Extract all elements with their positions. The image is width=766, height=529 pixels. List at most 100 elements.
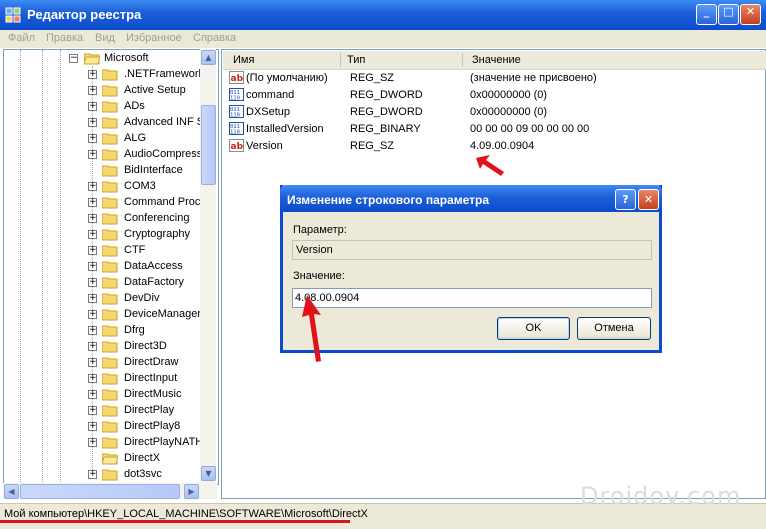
collapse-icon[interactable]: −: [69, 54, 78, 63]
expand-icon[interactable]: +: [88, 86, 97, 95]
tree-item-label: DirectPlay8: [124, 420, 181, 432]
expand-icon[interactable]: +: [88, 326, 97, 335]
tree-guide-line: [42, 50, 43, 484]
expand-icon[interactable]: +: [88, 278, 97, 287]
svg-text:ab: ab: [231, 142, 244, 152]
scroll-up-button[interactable]: ▲: [201, 50, 216, 65]
expand-icon[interactable]: +: [88, 262, 97, 271]
scroll-thumb[interactable]: [201, 105, 216, 185]
close-icon: ✕: [643, 193, 654, 206]
expand-icon[interactable]: +: [88, 198, 97, 207]
ok-button[interactable]: OK: [497, 317, 570, 340]
dialog-close-button[interactable]: ✕: [638, 189, 659, 210]
folder-icon: [101, 388, 118, 401]
value-name: command: [246, 89, 295, 101]
menu-favorites[interactable]: Избранное: [126, 32, 182, 44]
expand-icon[interactable]: +: [88, 102, 97, 111]
expand-icon[interactable]: +: [88, 134, 97, 143]
registry-editor-icon: [5, 7, 21, 23]
list-row[interactable]: 011 110 command REG_DWORD 0x00000000 (0): [229, 87, 759, 104]
expand-icon[interactable]: +: [88, 214, 97, 223]
expand-icon[interactable]: +: [88, 118, 97, 127]
value-data-input[interactable]: 4.08.00.0904: [292, 288, 652, 308]
tree-item-label: CTF: [124, 244, 146, 256]
folder-icon: [101, 244, 118, 257]
scroll-left-button[interactable]: ◀: [4, 484, 19, 499]
minimize-button[interactable]: _: [696, 4, 717, 25]
expand-icon[interactable]: +: [88, 406, 97, 415]
dialog-help-button[interactable]: ?: [615, 189, 636, 210]
tree-item-label: Microsoft: [104, 52, 149, 64]
folder-icon: [101, 164, 118, 177]
tree-item-label: DevDiv: [124, 292, 160, 304]
dialog-title: Изменение строкового параметра: [287, 193, 490, 207]
expand-icon[interactable]: +: [88, 246, 97, 255]
tree-item-label: DeviceManager: [124, 308, 202, 320]
folder-icon: [101, 148, 118, 161]
column-separator[interactable]: [462, 53, 463, 67]
tree-horizontal-scrollbar[interactable]: ◀ ▶: [3, 483, 217, 499]
folder-icon: [101, 308, 118, 321]
scroll-right-button[interactable]: ▶: [184, 484, 199, 499]
tree-item-label: Command Proce: [124, 196, 207, 208]
status-path: Мой компьютер\HKEY_LOCAL_MACHINE\SOFTWAR…: [4, 508, 368, 520]
expand-icon[interactable]: +: [88, 390, 97, 399]
tree-item-label: DirectX: [124, 452, 161, 464]
folder-icon: [101, 116, 118, 129]
expand-icon[interactable]: +: [88, 422, 97, 431]
svg-text:ab: ab: [231, 74, 244, 84]
close-button[interactable]: ✕: [740, 4, 761, 25]
list-row[interactable]: 011 110 InstalledVersion REG_BINARY 00 00 00…: [229, 121, 759, 138]
value-data: 0x00000000 (0): [470, 106, 548, 118]
registry-tree[interactable]: − Microsoft + .NETFramework + Active Setup + AD…: [3, 49, 219, 485]
expand-icon[interactable]: +: [88, 342, 97, 351]
expand-icon[interactable]: +: [88, 438, 97, 447]
list-row[interactable]: 011 110 DXSetup REG_DWORD 0x00000000 (0): [229, 104, 759, 121]
column-separator[interactable]: [340, 53, 341, 67]
column-type[interactable]: Тип: [347, 54, 365, 66]
value-type: REG_SZ: [350, 140, 395, 152]
tree-item-label: Active Setup: [124, 84, 186, 96]
svg-text:110: 110: [230, 113, 240, 119]
tree-item-label: DirectPlayNATHe: [124, 436, 210, 448]
string-value-icon: ab: [229, 139, 244, 152]
tree-item-label: Cryptography: [124, 228, 191, 240]
folder-icon: [101, 340, 118, 353]
expand-icon[interactable]: +: [88, 230, 97, 239]
expand-icon[interactable]: +: [88, 70, 97, 79]
cancel-button[interactable]: Отмена: [577, 317, 651, 340]
folder-icon: [101, 436, 118, 449]
param-name-field: Version: [292, 240, 652, 260]
menu-help[interactable]: Справка: [193, 32, 236, 44]
folder-icon: [101, 100, 118, 113]
value-type: REG_SZ: [350, 72, 395, 84]
tree-vertical-scrollbar[interactable]: ▲ ▼: [200, 49, 216, 483]
tree-item-label: dot3svc: [124, 468, 162, 480]
menu-view[interactable]: Вид: [95, 32, 115, 44]
tree-item-label: AudioCompressi: [124, 148, 205, 160]
string-value-icon: ab: [229, 71, 244, 84]
column-name[interactable]: Имя: [233, 54, 254, 66]
column-value[interactable]: Значение: [472, 54, 521, 66]
tree-guide-line: [20, 50, 21, 484]
expand-icon[interactable]: +: [88, 310, 97, 319]
maximize-icon: □: [723, 5, 734, 18]
folder-icon: [101, 132, 118, 145]
tree-item-label: DirectDraw: [124, 356, 179, 368]
tree-item-label: ALG: [124, 132, 147, 144]
expand-icon[interactable]: +: [88, 374, 97, 383]
window-title: Редактор реестра: [27, 7, 142, 22]
scroll-down-button[interactable]: ▼: [201, 466, 216, 481]
list-row[interactable]: ab (По умолчанию) REG_SZ (значение не присв…: [229, 70, 759, 87]
expand-icon[interactable]: +: [88, 294, 97, 303]
expand-icon[interactable]: +: [88, 182, 97, 191]
menu-file[interactable]: Файл: [8, 32, 35, 44]
menu-edit[interactable]: Правка: [46, 32, 83, 44]
expand-icon[interactable]: +: [88, 150, 97, 159]
scroll-thumb[interactable]: [20, 484, 180, 499]
maximize-button[interactable]: □: [718, 4, 739, 25]
expand-icon[interactable]: +: [88, 470, 97, 479]
tree-item-label: COM3: [124, 180, 156, 192]
expand-icon[interactable]: +: [88, 358, 97, 367]
help-icon: ?: [622, 193, 629, 206]
